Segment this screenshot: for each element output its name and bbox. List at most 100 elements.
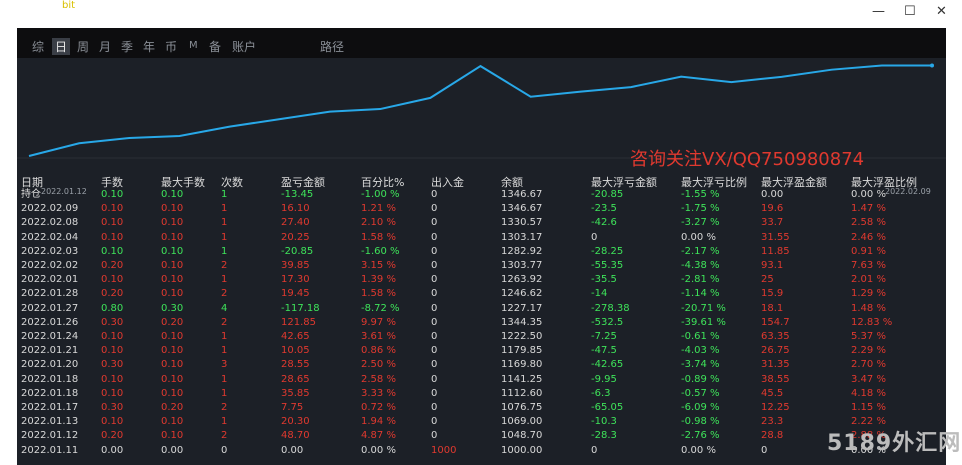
table-cell: 0 <box>431 288 438 300</box>
table-cell: 1 <box>221 245 228 257</box>
table-cell: 0.10 <box>161 288 184 300</box>
table-cell: 26.75 <box>761 345 790 357</box>
table-row[interactable]: 2022.02.02 0.20 0.10 2 39.85 3.15 % 0 1303.77 -5… <box>17 259 946 273</box>
table-cell: 20.25 <box>281 231 310 243</box>
table-cell: 2.50 % <box>361 359 396 371</box>
table-row[interactable]: 2022.01.11 0.00 0.00 0 0.00 0.00 % 1000 1000.00… <box>17 444 946 458</box>
table-cell: 1.48 % <box>851 302 886 314</box>
table-cell: 27.40 <box>281 217 310 229</box>
table-row[interactable]: 2022.01.21 0.10 0.10 1 10.05 0.86 % 0 1179.85 -4… <box>17 344 946 358</box>
minimize-button[interactable]: — <box>872 4 885 19</box>
table-cell: -278.38 <box>591 302 630 314</box>
table-row[interactable]: 2022.01.20 0.30 0.10 3 28.55 2.50 % 0 1169.80 -4… <box>17 358 946 372</box>
table-cell: -47.5 <box>591 345 617 357</box>
table-cell: 2.70 % <box>851 359 886 371</box>
table-cell: 1179.85 <box>501 345 543 357</box>
table-cell: 0 <box>431 260 438 271</box>
table-row[interactable]: 2022.01.26 0.30 0.20 2 121.85 9.97 % 0 1344.35 -… <box>17 316 946 330</box>
table-row[interactable]: 2022.01.24 0.10 0.10 1 42.65 3.61 % 0 1222.50 -7… <box>17 330 946 344</box>
tab-week[interactable]: 周 <box>77 38 89 55</box>
table-cell: 12.25 <box>761 402 790 413</box>
table-row[interactable]: 2022.01.18 0.10 0.10 1 28.65 2.58 % 0 1141.25 -9… <box>17 373 946 387</box>
table-cell: 0 <box>431 274 438 286</box>
table-cell: 0.10 <box>101 387 124 399</box>
equity-line <box>28 64 932 157</box>
table-cell: -7.25 <box>591 331 617 342</box>
table-cell: 2 <box>221 430 228 442</box>
table-cell: -3.74 % <box>681 359 720 371</box>
table-cell: -13.45 <box>281 189 314 200</box>
table-cell: 1141.25 <box>501 373 543 385</box>
table-row[interactable]: 2022.01.13 0.10 0.10 1 20.30 1.94 % 0 1069.00 -1… <box>17 415 946 429</box>
table-cell: 0.10 <box>161 416 184 428</box>
maximize-button[interactable]: ☐ <box>904 4 916 19</box>
table-cell: -8.72 % <box>361 302 400 314</box>
table-cell: 1169.80 <box>501 359 543 371</box>
table-cell: 17.30 <box>281 274 310 286</box>
table-cell: 3.15 % <box>361 260 396 271</box>
table-cell: 0 <box>761 444 768 456</box>
table-cell: 2.46 % <box>851 231 886 243</box>
tab-account[interactable]: 账户 <box>232 38 256 55</box>
table-cell: 38.55 <box>761 373 790 385</box>
table-row[interactable]: 2022.01.17 0.30 0.20 2 7.75 0.72 % 0 1076.75 -65… <box>17 401 946 415</box>
table-cell: 45.5 <box>761 387 784 399</box>
table-cell: 4.18 % <box>851 387 886 399</box>
table-cell: 1.58 % <box>361 231 396 243</box>
table-cell: -65.05 <box>591 402 624 413</box>
table-cell: -9.95 <box>591 373 617 385</box>
chart-annotation: 咨询关注VX/QQ750980874 <box>630 149 864 170</box>
table-cell: 0 <box>431 373 438 385</box>
table-cell: -14 <box>591 288 608 300</box>
close-button[interactable]: ✕ <box>936 4 947 19</box>
table-row[interactable]: 2022.01.18 0.10 0.10 1 35.85 3.33 % 0 1112.60 -6… <box>17 387 946 401</box>
table-cell: 63.35 <box>761 331 790 342</box>
tab-m[interactable]: M <box>189 40 198 51</box>
table-cell: 0.30 <box>101 359 124 371</box>
table-header: 日期 手数 最大手数 次数 盈亏金额 百分比% 出入金 余额 最大浮亏金额 最大浮亏比例 最大浮盈金… <box>17 174 946 189</box>
table-cell: 28.8 <box>761 430 784 442</box>
table-cell: 1330.57 <box>501 217 543 229</box>
table-row[interactable]: 2022.01.28 0.20 0.10 2 19.45 1.58 % 0 1246.62 -1… <box>17 287 946 301</box>
table-row[interactable]: 2022.01.27 0.80 0.30 4 -117.18 -8.72 % 0 1227.1… <box>17 302 946 316</box>
table-cell: 0.10 <box>101 416 124 428</box>
table-cell: 0.10 <box>161 245 184 257</box>
table-cell: 4 <box>221 302 228 314</box>
table-cell: 2022.01.27 <box>21 302 79 314</box>
table-row[interactable]: 2022.01.12 0.20 0.10 2 48.70 4.87 % 0 1048.70 -2… <box>17 429 946 443</box>
table-row[interactable]: 2022.02.04 0.10 0.10 1 20.25 1.58 % 0 1303.17 0 0… <box>17 231 946 245</box>
table-row[interactable]: 2022.02.01 0.10 0.10 1 17.30 1.39 % 0 1263.92 -3… <box>17 273 946 287</box>
tab-path[interactable]: 路径 <box>320 38 344 55</box>
site-watermark: 5189外汇网 <box>827 431 962 456</box>
table-cell: 2 <box>221 316 228 328</box>
table-cell: 4.87 % <box>361 430 396 442</box>
table-cell: 1048.70 <box>501 430 543 442</box>
table-cell: 2022.01.18 <box>21 387 79 399</box>
table-cell: 0 <box>431 203 438 215</box>
table-cell: 0 <box>431 387 438 399</box>
table-cell: 3 <box>221 359 228 371</box>
table-cell: 0.10 <box>161 260 184 271</box>
table-cell: -1.60 % <box>361 245 400 257</box>
tab-month[interactable]: 月 <box>99 38 111 55</box>
table-row[interactable]: 2022.02.08 0.10 0.10 1 27.40 2.10 % 0 1330.57 -4… <box>17 216 946 230</box>
table-cell: 39.85 <box>281 260 310 271</box>
table-row[interactable]: 持仓 0.10 0.10 1 -13.45 -1.00 % 0 1346.67 -20.85 -1… <box>17 188 946 202</box>
table-row[interactable]: 2022.02.09 0.10 0.10 1 16.10 1.21 % 0 1346.67 -2… <box>17 202 946 216</box>
tab-notes[interactable]: 备 <box>209 38 221 55</box>
tab-overview[interactable]: 综 <box>32 38 44 55</box>
table-cell: 1 <box>221 217 228 229</box>
table-cell: -532.5 <box>591 316 624 328</box>
table-cell: 2022.02.09 <box>21 203 79 215</box>
equity-last-point <box>930 63 934 68</box>
tab-day[interactable]: 日 <box>52 38 71 55</box>
table-cell: 31.55 <box>761 231 790 243</box>
tab-currency[interactable]: 币 <box>165 38 177 55</box>
table-cell: 0.20 <box>101 288 124 300</box>
tab-year[interactable]: 年 <box>143 38 155 55</box>
tab-quarter[interactable]: 季 <box>121 38 133 55</box>
table-cell: 1303.17 <box>501 231 543 243</box>
table-cell: 0 <box>431 217 438 229</box>
table-cell: 0 <box>431 189 438 200</box>
table-row[interactable]: 2022.02.03 0.10 0.10 1 -20.85 -1.60 % 0 1282.92… <box>17 245 946 259</box>
